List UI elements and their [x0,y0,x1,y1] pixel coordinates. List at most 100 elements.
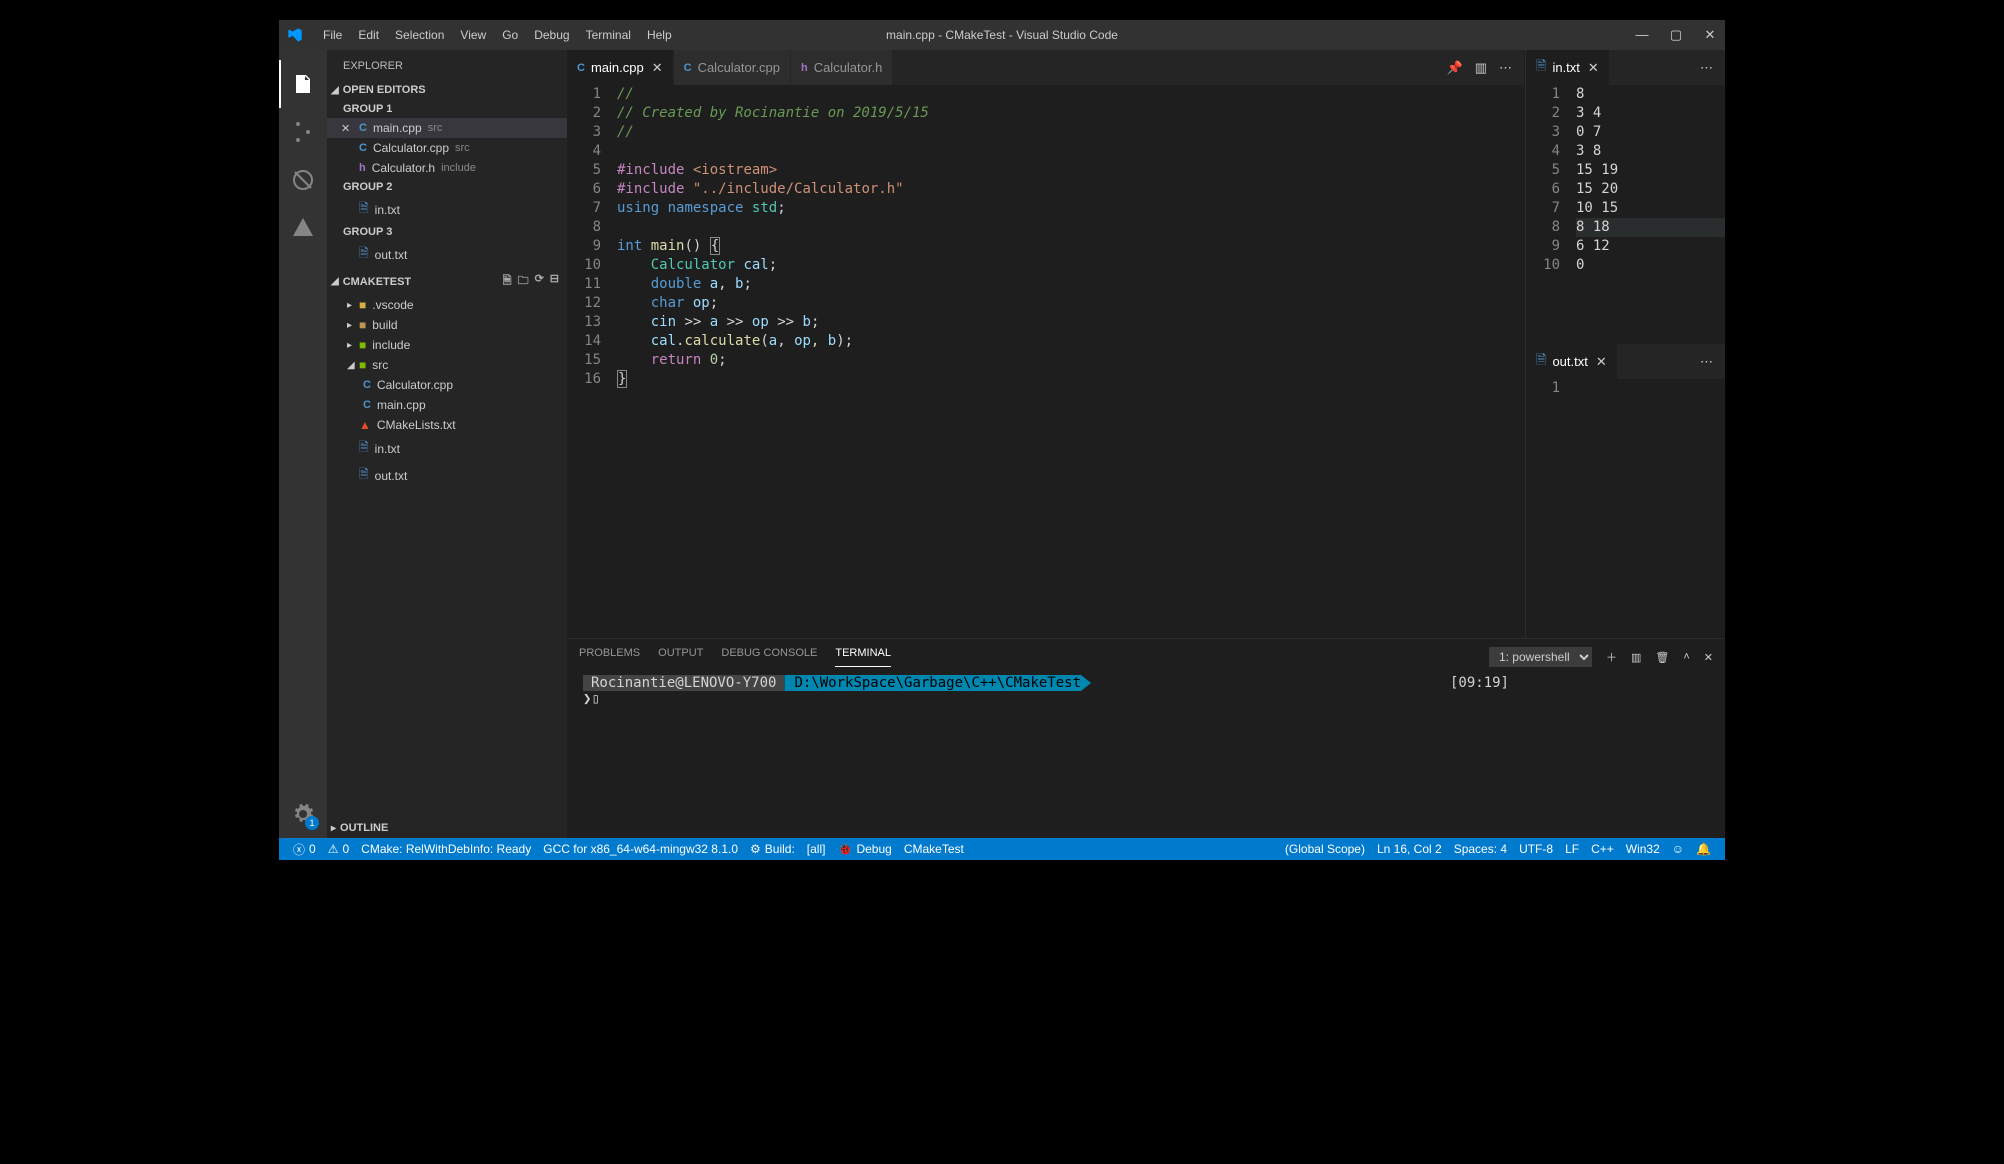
menu-debug[interactable]: Debug [526,28,577,42]
open-editor-out-txt[interactable]: 🗎out.txt [327,241,567,268]
menu-file[interactable]: File [315,28,350,42]
tree-folder-build[interactable]: ▸■build [327,315,567,335]
status-scope[interactable]: (Global Scope) [1279,842,1371,856]
open-editor-main-cpp[interactable]: ✕Cmain.cppsrc [327,118,567,138]
close-icon[interactable]: ✕ [341,122,353,135]
pin-icon[interactable]: 📌 [1447,60,1463,76]
terminal-select[interactable]: 1: powershell [1489,647,1592,667]
trash-icon[interactable]: 🗑 [1655,651,1669,664]
outline-header[interactable]: ▸OUTLINE [327,818,567,838]
maximize-button[interactable]: ▢ [1669,27,1683,43]
panel-tab-debug-console[interactable]: DEBUG CONSOLE [721,647,817,667]
status-warnings[interactable]: ⚠ 0 [322,842,355,856]
more-actions-icon[interactable]: ⋯ [1700,60,1713,76]
menu-help[interactable]: Help [639,28,680,42]
open-editors-header[interactable]: ◢OPEN EDITORS [327,80,567,100]
status-cmake[interactable]: CMake: RelWithDebInfo: Ready [355,842,537,856]
close-icon[interactable]: ✕ [1596,354,1607,370]
tab-out-txt[interactable]: 🗎out.txt✕ [1526,344,1617,379]
status-feedback-icon[interactable]: ☺ [1666,842,1690,856]
split-terminal-icon[interactable]: ▥ [1631,651,1641,664]
cpp-file-icon: C [577,62,585,74]
status-line-col[interactable]: Ln 16, Col 2 [1371,842,1448,856]
code-editor-main[interactable]: 12345678910111213141516 //// Created by … [567,85,1524,638]
tree-folder-src[interactable]: ◢■src [327,355,567,375]
activity-scm-icon[interactable] [279,108,327,156]
status-platform[interactable]: Win32 [1620,842,1666,856]
close-icon[interactable]: ✕ [652,60,663,76]
code-editor-in[interactable]: 12345678910 83 40 73 815 1915 2010 158 1… [1526,85,1725,344]
menu-view[interactable]: View [452,28,494,42]
refresh-icon[interactable]: ⟳ [535,272,544,291]
split-editor-icon[interactable]: ▥ [1475,60,1487,76]
tree-folder-include[interactable]: ▸■include [327,335,567,355]
collapse-all-icon[interactable]: ⊟ [550,272,559,291]
minimap[interactable] [1484,85,1524,638]
code-content[interactable]: //// Created by Rocinantie on 2019/5/15/… [617,85,1484,638]
tree-file-out-txt[interactable]: 🗎out.txt [327,462,567,489]
status-target-all[interactable]: [all] [801,842,832,856]
vscode-logo-icon [287,27,303,43]
status-debug[interactable]: 🐞 Debug [831,842,897,856]
status-build[interactable]: ⚙ Build: [744,842,801,856]
minimize-button[interactable]: — [1635,27,1649,43]
tab-calculator-h[interactable]: hCalculator.h [791,50,892,85]
terminal-cwd: D:\WorkSpace\Garbage\C++\CMakeTest [784,675,1091,691]
status-target[interactable]: CMakeTest [898,842,970,856]
activity-debug-icon[interactable] [279,156,327,204]
tab-in-txt[interactable]: 🗎in.txt✕ [1526,50,1609,85]
txt-file-icon: 🗎 [359,465,369,486]
cpp-file-icon: C [684,62,692,74]
group-3-label: GROUP 3 [327,223,567,241]
tab-main-cpp[interactable]: Cmain.cpp✕ [567,50,673,85]
status-spaces[interactable]: Spaces: 4 [1448,842,1513,856]
tree-file-calculator-cpp[interactable]: CCalculator.cpp [327,375,567,395]
status-eol[interactable]: LF [1559,842,1585,856]
txt-file-icon: 🗎 [359,438,369,459]
status-encoding[interactable]: UTF-8 [1513,842,1559,856]
close-panel-icon[interactable]: ✕ [1704,651,1713,664]
bottom-panel: PROBLEMS OUTPUT DEBUG CONSOLE TERMINAL 1… [567,638,1725,838]
panel-tab-problems[interactable]: PROBLEMS [579,647,640,667]
folder-icon: ■ [359,298,366,312]
activity-explorer-icon[interactable] [279,60,327,108]
settings-badge: 1 [305,816,319,830]
tree-file-main-cpp[interactable]: Cmain.cpp [327,395,567,415]
new-folder-icon[interactable]: 🗀 [518,272,529,291]
menu-go[interactable]: Go [494,28,526,42]
close-icon[interactable]: ✕ [1588,60,1599,76]
terminal-content[interactable]: Rocinantie@LENOVO-Y700 D:\WorkSpace\Garb… [567,667,1725,838]
activity-test-icon[interactable] [279,204,327,252]
panel-tab-terminal[interactable]: TERMINAL [835,647,891,667]
open-editor-calculator-cpp[interactable]: CCalculator.cppsrc [327,138,567,158]
terminal-prompt: ❯ [583,691,591,707]
status-bell-icon[interactable]: 🔔 [1690,842,1717,856]
tab-calculator-cpp[interactable]: CCalculator.cpp [674,50,790,85]
more-actions-icon[interactable]: ⋯ [1700,354,1713,370]
open-editor-calculator-h[interactable]: hCalculator.hinclude [327,158,567,178]
tree-folder-vscode[interactable]: ▸■.vscode [327,295,567,315]
code-content[interactable]: 83 40 73 815 1915 2010 158 186 120 [1576,85,1725,344]
maximize-panel-icon[interactable]: ˄ [1683,651,1689,663]
menu-selection[interactable]: Selection [387,28,452,42]
sidebar-title: EXPLORER [327,50,567,80]
open-editor-in-txt[interactable]: 🗎in.txt [327,196,567,223]
activity-bar: 1 [279,50,327,838]
more-actions-icon[interactable]: ⋯ [1499,60,1512,76]
status-gcc[interactable]: GCC for x86_64-w64-mingw32 8.1.0 [537,842,744,856]
project-header[interactable]: ◢CMAKETEST 🗎 🗀 ⟳ ⊟ [327,268,567,295]
close-window-button[interactable]: ✕ [1703,27,1717,43]
status-language[interactable]: C++ [1585,842,1620,856]
tree-file-in-txt[interactable]: 🗎in.txt [327,435,567,462]
menu-edit[interactable]: Edit [350,28,387,42]
menu-terminal[interactable]: Terminal [578,28,639,42]
code-editor-out[interactable]: 1 [1526,379,1725,638]
editor-pane-out: 🗎out.txt✕ ⋯ 1 [1525,344,1725,638]
code-content[interactable] [1576,379,1725,638]
panel-tab-output[interactable]: OUTPUT [658,647,703,667]
new-file-icon[interactable]: 🗎 [503,272,512,291]
activity-settings-icon[interactable]: 1 [279,790,327,838]
status-errors[interactable]: ⓧ 0 [287,841,322,858]
new-terminal-icon[interactable]: ＋ [1606,649,1617,665]
tree-file-cmakelists[interactable]: ▲CMakeLists.txt [327,415,567,435]
